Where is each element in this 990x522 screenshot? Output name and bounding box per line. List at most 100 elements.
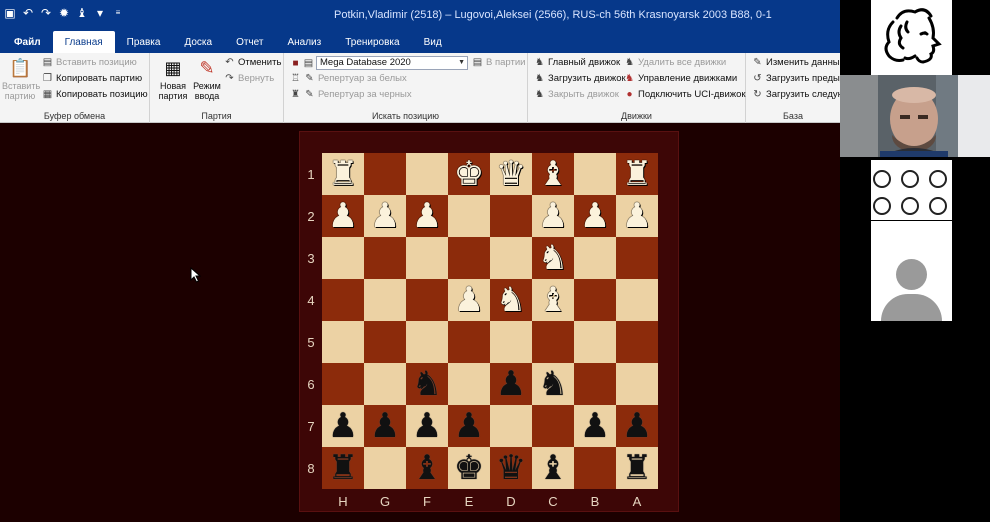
white-king-icon[interactable]: ♚ xyxy=(454,153,484,195)
board-square-f4[interactable] xyxy=(406,279,448,321)
white-pawn-icon[interactable]: ♟ xyxy=(370,195,400,237)
search-in-games-button[interactable]: ▤ В партии xyxy=(472,57,526,68)
board-square-e7[interactable]: ♟ xyxy=(448,405,490,447)
board-square-f8[interactable]: ♝ xyxy=(406,447,448,489)
board-square-h8[interactable]: ♜ xyxy=(322,447,364,489)
board-square-f3[interactable] xyxy=(406,237,448,279)
new-game-button[interactable]: ▦ Новая партия xyxy=(154,57,192,101)
board-square-g5[interactable] xyxy=(364,321,406,363)
black-queen-icon[interactable]: ♛ xyxy=(496,447,526,489)
black-bishop-icon[interactable]: ♝ xyxy=(538,447,568,489)
board-square-g8[interactable] xyxy=(364,447,406,489)
dropdown-icon[interactable]: ≡ xyxy=(112,7,124,19)
board-square-d4[interactable]: ♞ xyxy=(490,279,532,321)
board-square-c7[interactable] xyxy=(532,405,574,447)
white-knight-icon[interactable]: ♞ xyxy=(496,279,526,321)
board-square-c4[interactable]: ♝ xyxy=(532,279,574,321)
uci-engine-button[interactable]: ● Подключить UCI-движок xyxy=(624,89,745,100)
undo-icon[interactable]: ↶ xyxy=(22,7,34,19)
board-square-a2[interactable]: ♟ xyxy=(616,195,658,237)
board-square-h6[interactable] xyxy=(322,363,364,405)
edit-data-button[interactable]: ✎ Изменить данные xyxy=(752,57,840,68)
board-square-e8[interactable]: ♚ xyxy=(448,447,490,489)
tab-edit[interactable]: Правка xyxy=(115,31,173,53)
board-square-d8[interactable]: ♛ xyxy=(490,447,532,489)
tab-file[interactable]: Файл xyxy=(0,31,53,53)
board-square-g6[interactable] xyxy=(364,363,406,405)
board-square-b7[interactable]: ♟ xyxy=(574,405,616,447)
board-square-h5[interactable] xyxy=(322,321,364,363)
board-square-b4[interactable] xyxy=(574,279,616,321)
black-rook-icon[interactable]: ♜ xyxy=(328,447,358,489)
board-square-f6[interactable]: ♞ xyxy=(406,363,448,405)
board-square-g2[interactable]: ♟ xyxy=(364,195,406,237)
paste-position-button[interactable]: ▤ Вставить позицию xyxy=(42,57,137,68)
copy-position-button[interactable]: ▦ Копировать позицию xyxy=(42,89,148,100)
board-square-c1[interactable]: ♝ xyxy=(532,153,574,195)
board-square-g3[interactable] xyxy=(364,237,406,279)
black-bishop-icon[interactable]: ♝ xyxy=(412,447,442,489)
black-repertoire-button[interactable]: ♜ ✎ Репертуар за черных xyxy=(290,89,412,100)
board-square-f1[interactable] xyxy=(406,153,448,195)
redo-icon[interactable]: ↷ xyxy=(40,7,52,19)
board-square-c8[interactable]: ♝ xyxy=(532,447,574,489)
black-rook-icon[interactable]: ♜ xyxy=(622,447,652,489)
manage-engines-button[interactable]: ♞ Управление движками xyxy=(624,73,737,84)
board-square-c2[interactable]: ♟ xyxy=(532,195,574,237)
board-square-e4[interactable]: ♟ xyxy=(448,279,490,321)
input-mode-button[interactable]: ✎ Режим ввода xyxy=(190,57,224,101)
board-square-e5[interactable] xyxy=(448,321,490,363)
white-bishop-icon[interactable]: ♝ xyxy=(538,153,568,195)
board-square-b1[interactable] xyxy=(574,153,616,195)
black-pawn-icon[interactable]: ♟ xyxy=(496,363,526,405)
board-square-d3[interactable] xyxy=(490,237,532,279)
copy-game-button[interactable]: ❐ Копировать партию xyxy=(42,73,142,84)
load-next-button[interactable]: ↻ Загрузить следую xyxy=(752,89,840,100)
black-pawn-icon[interactable]: ♟ xyxy=(622,405,652,447)
white-pawn-icon[interactable]: ♟ xyxy=(412,195,442,237)
board-square-f2[interactable]: ♟ xyxy=(406,195,448,237)
white-repertoire-button[interactable]: ♖ ✎ Репертуар за белых xyxy=(290,73,407,84)
tab-training[interactable]: Тренировка xyxy=(333,31,411,53)
board-square-a1[interactable]: ♜ xyxy=(616,153,658,195)
white-pawn-icon[interactable]: ♟ xyxy=(454,279,484,321)
board-square-h3[interactable] xyxy=(322,237,364,279)
board-square-h1[interactable]: ♜ xyxy=(322,153,364,195)
save-icon[interactable]: ▣ xyxy=(4,7,16,19)
board-square-d6[interactable]: ♟ xyxy=(490,363,532,405)
tab-analysis[interactable]: Анализ xyxy=(275,31,333,53)
black-pawn-icon[interactable]: ♟ xyxy=(454,405,484,447)
tab-home[interactable]: Главная xyxy=(52,31,115,53)
black-knight-icon[interactable]: ♞ xyxy=(538,363,568,405)
board-square-d1[interactable]: ♛ xyxy=(490,153,532,195)
load-previous-button[interactable]: ↺ Загрузить предыд xyxy=(752,73,840,84)
board-square-g4[interactable] xyxy=(364,279,406,321)
white-bishop-icon[interactable]: ♝ xyxy=(538,279,568,321)
board-square-h2[interactable]: ♟ xyxy=(322,195,364,237)
black-pawn-icon[interactable]: ♟ xyxy=(580,405,610,447)
board-square-d2[interactable] xyxy=(490,195,532,237)
white-pawn-icon[interactable]: ♟ xyxy=(580,195,610,237)
black-pawn-icon[interactable]: ♟ xyxy=(328,405,358,447)
main-engine-button[interactable]: ♞ Главный движок xyxy=(534,57,620,68)
board-square-a8[interactable]: ♜ xyxy=(616,447,658,489)
settings-icon[interactable]: ✹ xyxy=(58,7,70,19)
tab-report[interactable]: Отчет xyxy=(224,31,275,53)
board-square-g7[interactable]: ♟ xyxy=(364,405,406,447)
white-pawn-icon[interactable]: ♟ xyxy=(538,195,568,237)
board-square-b3[interactable] xyxy=(574,237,616,279)
board-square-c5[interactable] xyxy=(532,321,574,363)
piece-icon[interactable]: ♝ xyxy=(76,7,88,19)
board-square-c3[interactable]: ♞ xyxy=(532,237,574,279)
board-square-d7[interactable] xyxy=(490,405,532,447)
tab-view[interactable]: Вид xyxy=(412,31,454,53)
board-square-b6[interactable] xyxy=(574,363,616,405)
filter-icon[interactable]: ▾ xyxy=(94,7,106,19)
load-engine-button[interactable]: ♞ Загрузить движок xyxy=(534,73,626,84)
black-knight-icon[interactable]: ♞ xyxy=(412,363,442,405)
white-rook-icon[interactable]: ♜ xyxy=(328,153,358,195)
board-square-a4[interactable] xyxy=(616,279,658,321)
tab-board[interactable]: Доска xyxy=(172,31,224,53)
board-square-h4[interactable] xyxy=(322,279,364,321)
black-pawn-icon[interactable]: ♟ xyxy=(412,405,442,447)
